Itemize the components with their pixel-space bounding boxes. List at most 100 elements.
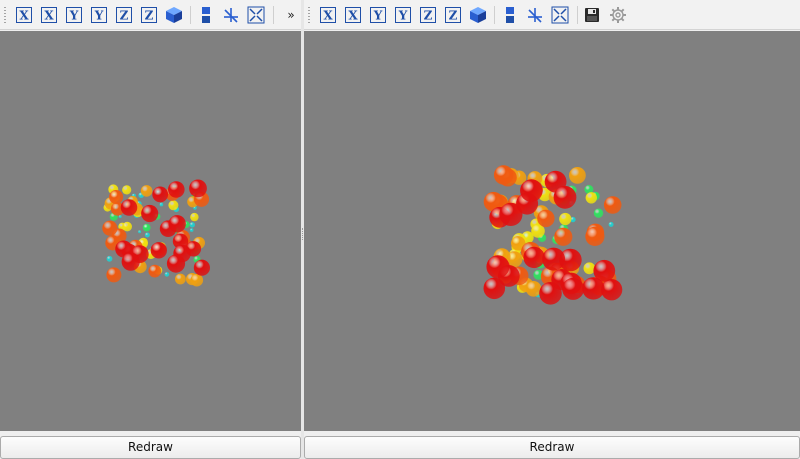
sphere <box>486 255 510 279</box>
sphere <box>493 165 514 185</box>
star-axes-icon <box>528 8 542 23</box>
sphere <box>603 196 622 214</box>
view-y-positive-button[interactable]: Y <box>368 5 388 25</box>
view-z-positive-button[interactable]: Z <box>418 5 438 25</box>
view-y-positive-button[interactable]: Y <box>64 5 84 25</box>
left-panel: X X Y Y Z Z » Redraw <box>0 0 301 459</box>
sphere <box>168 215 186 233</box>
toolbar-separator <box>273 6 274 24</box>
sphere <box>553 185 577 209</box>
svg-text:Z: Z <box>449 9 458 23</box>
view-x-negative-button[interactable]: X <box>343 5 363 25</box>
sphere <box>109 190 124 204</box>
fit-to-view-button[interactable] <box>550 5 570 25</box>
svg-text:Z: Z <box>424 9 433 23</box>
right-sphere-scene <box>483 165 623 305</box>
sphere <box>175 273 186 285</box>
sphere <box>608 222 614 227</box>
axis-y-icon: Y <box>66 7 82 23</box>
sphere <box>554 227 573 246</box>
sphere <box>164 272 170 277</box>
sphere <box>168 181 185 198</box>
sphere <box>168 200 179 211</box>
svg-text:X: X <box>44 9 54 23</box>
right-3d-viewport[interactable] <box>304 31 800 431</box>
view-isometric-button[interactable] <box>468 5 488 25</box>
sphere <box>141 204 159 223</box>
axis-z-icon: Z <box>141 7 157 23</box>
view-isometric-button[interactable] <box>164 5 184 25</box>
sphere <box>542 247 566 271</box>
sphere <box>166 254 186 273</box>
sphere <box>102 220 118 236</box>
cube-icon <box>470 7 486 23</box>
sphere <box>122 185 132 195</box>
view-x-negative-button[interactable]: X <box>39 5 59 25</box>
sphere <box>582 277 605 300</box>
sphere <box>106 255 113 262</box>
axis-y-icon: Y <box>395 7 411 23</box>
toolbar-separator <box>494 6 495 24</box>
reset-rotation-button[interactable] <box>525 5 545 25</box>
view-z-negative-button[interactable]: Z <box>443 5 463 25</box>
sphere <box>189 222 195 228</box>
axis-x-icon: X <box>41 7 57 23</box>
sphere <box>539 282 562 305</box>
sphere <box>499 202 523 226</box>
view-x-positive-button[interactable]: X <box>14 5 34 25</box>
sphere <box>523 246 545 269</box>
sphere <box>520 179 543 202</box>
sphere <box>189 179 207 198</box>
sphere <box>148 264 162 278</box>
view-z-negative-button[interactable]: Z <box>139 5 159 25</box>
view-x-positive-button[interactable]: X <box>318 5 338 25</box>
axis-y-icon: Y <box>91 7 107 23</box>
sphere <box>585 226 605 246</box>
sphere <box>569 167 586 184</box>
sphere <box>189 228 194 232</box>
view-y-negative-button[interactable]: Y <box>393 5 413 25</box>
redraw-button[interactable]: Redraw <box>0 436 301 459</box>
sphere <box>193 259 210 276</box>
sphere <box>120 199 138 216</box>
sphere <box>138 230 142 234</box>
sphere <box>190 212 199 222</box>
sphere <box>593 208 604 218</box>
sphere <box>140 185 153 197</box>
sphere <box>106 267 122 283</box>
save-button[interactable] <box>582 5 602 25</box>
toggle-parallel-button[interactable] <box>500 5 520 25</box>
toggle-parallel-button[interactable] <box>196 5 216 25</box>
toolbar-grip[interactable] <box>3 6 7 24</box>
left-toolbar: X X Y Y Z Z » <box>0 0 301 30</box>
svg-text:Z: Z <box>120 9 129 23</box>
fit-to-view-button[interactable] <box>246 5 266 25</box>
sphere <box>537 209 555 228</box>
settings-button[interactable] <box>608 5 628 25</box>
parallel-icon <box>506 7 514 23</box>
sphere <box>159 202 164 207</box>
sphere <box>152 186 169 203</box>
floppy-disk-icon <box>585 8 599 22</box>
svg-text:Y: Y <box>373 9 383 23</box>
svg-text:Y: Y <box>69 9 79 23</box>
reset-rotation-button[interactable] <box>221 5 241 25</box>
toolbar-overflow-button[interactable]: » <box>283 5 299 25</box>
view-z-positive-button[interactable]: Z <box>114 5 134 25</box>
right-toolbar: X X Y Y Z Z <box>304 0 800 30</box>
axis-x-icon: X <box>345 7 361 23</box>
cube-icon <box>166 7 182 23</box>
view-y-negative-button[interactable]: Y <box>89 5 109 25</box>
toolbar-separator <box>190 6 191 24</box>
star-axes-icon <box>224 8 238 23</box>
sphere <box>559 212 572 226</box>
axis-x-icon: X <box>320 7 336 23</box>
gear-icon <box>610 7 626 23</box>
redraw-button[interactable]: Redraw <box>304 436 800 459</box>
toolbar-grip[interactable] <box>307 6 311 24</box>
fit-arrows-icon <box>247 6 265 24</box>
left-3d-viewport[interactable] <box>0 31 301 431</box>
fit-arrows-icon <box>551 6 569 24</box>
sphere <box>144 232 150 238</box>
svg-text:X: X <box>348 9 358 23</box>
